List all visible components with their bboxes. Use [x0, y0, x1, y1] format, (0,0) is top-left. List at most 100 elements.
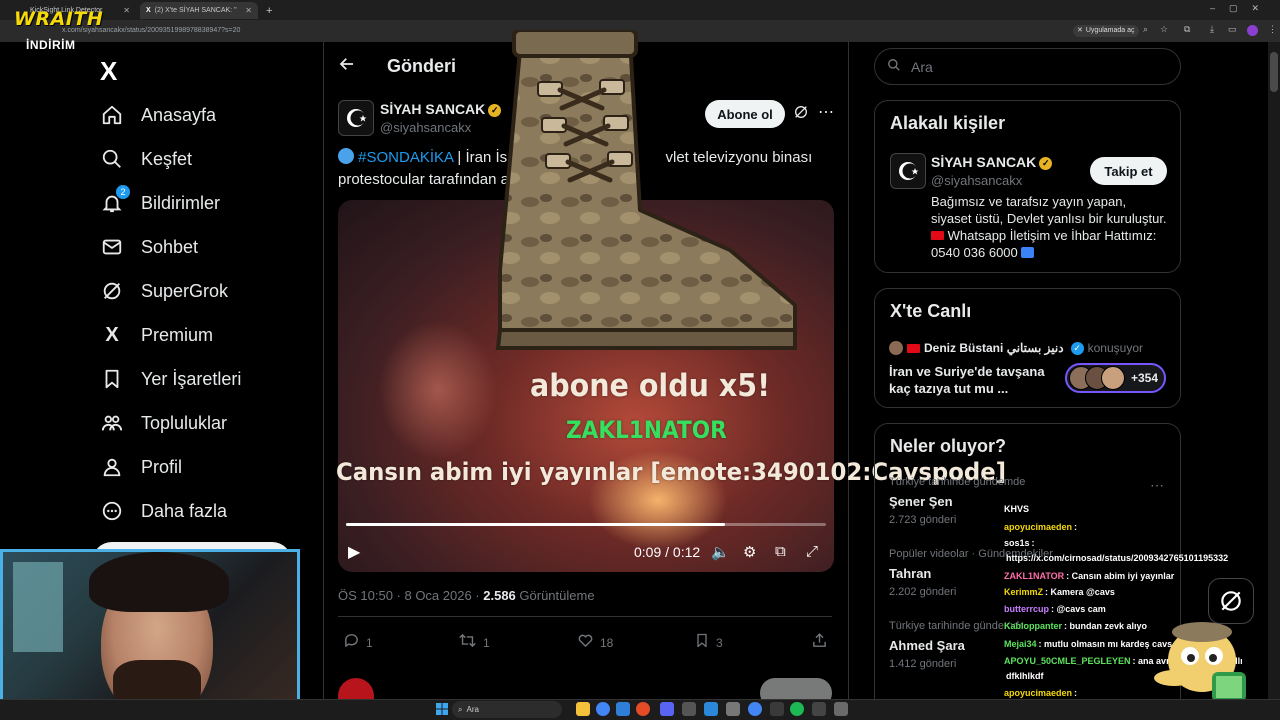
- nav-item-premium[interactable]: X Premium: [100, 320, 213, 350]
- nav-item-notifications[interactable]: 2 Bildirimler: [100, 185, 220, 218]
- app-icon[interactable]: [636, 702, 650, 716]
- live-listeners-pill[interactable]: +354: [1065, 363, 1166, 393]
- back-arrow-icon[interactable]: [338, 55, 356, 79]
- profile-icon: [100, 455, 124, 479]
- nav-item-supergrok[interactable]: SuperGrok: [100, 276, 228, 306]
- app-icon[interactable]: [704, 702, 718, 716]
- nav-item-bookmarks[interactable]: Yer İşaretleri: [100, 364, 241, 394]
- nav-item-more[interactable]: Daha fazla: [100, 496, 227, 526]
- trend-name[interactable]: Şener Şen: [889, 494, 953, 509]
- live-topic[interactable]: İran ve Suriye'de tavşana kaç tazıya tut…: [889, 363, 1059, 397]
- download-icon[interactable]: ⤓: [1210, 24, 1214, 35]
- app-icon[interactable]: [682, 702, 696, 716]
- close-icon[interactable]: ✕: [245, 6, 252, 15]
- chat-text: : @cavs cam: [1051, 604, 1106, 614]
- profile-avatar[interactable]: [1247, 25, 1258, 36]
- settings-icon[interactable]: ⚙: [743, 543, 756, 561]
- app-icon[interactable]: [834, 702, 848, 716]
- zoom-icon[interactable]: ⌕: [1143, 24, 1148, 35]
- more-options-icon[interactable]: ⋯: [818, 102, 834, 122]
- more-options-icon[interactable]: ⋯: [1150, 477, 1164, 494]
- views-count: 2.586: [483, 588, 516, 603]
- x-logo[interactable]: X: [100, 56, 117, 87]
- x-small-icon: ✕: [1077, 27, 1083, 34]
- nav-item-profile[interactable]: Profil: [100, 452, 182, 482]
- chat-username[interactable]: APOYU_50CMLE_PEGLEYEN: [1004, 656, 1131, 666]
- related-avatar[interactable]: [890, 153, 926, 189]
- chat-message: KerimmZ: Kamera @cavs: [1004, 587, 1115, 597]
- chat-username[interactable]: apoyucimaeden: [1004, 522, 1072, 532]
- related-handle[interactable]: @siyahsancakx: [931, 173, 1022, 188]
- author-handle[interactable]: @siyahsancakx: [380, 120, 471, 135]
- video-time: 0:09 / 0:12: [634, 544, 701, 560]
- taskbar-search[interactable]: ⌕ Ara: [452, 701, 562, 718]
- new-tab-button[interactable]: +: [260, 2, 274, 19]
- chrome-icon[interactable]: [748, 702, 762, 716]
- chrome-icon[interactable]: [596, 702, 610, 716]
- play-icon[interactable]: ▶: [348, 542, 360, 562]
- like-button[interactable]: 18: [577, 632, 613, 654]
- sidebar-icon[interactable]: ▭: [1228, 24, 1237, 35]
- nav-item-home[interactable]: Anasayfa: [100, 100, 216, 130]
- chat-username[interactable]: sos1s: [1004, 538, 1030, 548]
- chat-username[interactable]: apoyucimaeden: [1004, 688, 1072, 698]
- extensions-icon[interactable]: ⧉: [1184, 24, 1190, 35]
- close-icon[interactable]: ✕: [123, 6, 130, 15]
- chat-username[interactable]: KHVS: [1004, 504, 1029, 514]
- video-progress-fill: [346, 523, 725, 526]
- browser-tab-active[interactable]: X (2) X'te SİYAH SANCAK: " ✕: [140, 2, 258, 19]
- chat-message: dfklhlkdf: [1004, 671, 1044, 681]
- chat-username[interactable]: KerimmZ: [1004, 587, 1043, 597]
- reply-button[interactable]: 1: [343, 632, 373, 654]
- menu-icon[interactable]: ⋮: [1268, 24, 1277, 35]
- obs-icon[interactable]: [770, 702, 784, 716]
- chat-username[interactable]: Mejai34: [1004, 639, 1037, 649]
- related-name[interactable]: SİYAH SANCAK ✓: [931, 154, 1053, 170]
- related-name-text: SİYAH SANCAK: [931, 154, 1037, 170]
- nav-item-chat[interactable]: Sohbet: [100, 232, 198, 262]
- home-icon: [100, 103, 124, 127]
- bio-text: Bağımsız ve tarafsız yayın yapan, siyase…: [931, 194, 1167, 226]
- share-button[interactable]: [811, 632, 828, 654]
- scrollbar-thumb[interactable]: [1270, 52, 1278, 92]
- discord-icon[interactable]: [660, 702, 674, 716]
- app-icon[interactable]: [812, 702, 826, 716]
- spotify-icon[interactable]: [790, 702, 804, 716]
- boot-alert-graphic: [495, 30, 797, 350]
- nav-label: Daha fazla: [141, 500, 228, 521]
- chat-username[interactable]: ZAKL1NATOR: [1004, 571, 1064, 581]
- search-input[interactable]: Ara: [874, 48, 1181, 85]
- bookmark-button[interactable]: 3: [694, 632, 723, 654]
- chat-username[interactable]: butterrcup: [1004, 604, 1049, 614]
- fullscreen-icon[interactable]: ⤢: [806, 543, 818, 560]
- hashtag-link[interactable]: #SONDAKİKA: [358, 149, 453, 166]
- page-scrollbar[interactable]: [1268, 42, 1280, 700]
- nav-item-explore[interactable]: Keşfet: [100, 144, 192, 174]
- author-avatar[interactable]: [338, 100, 374, 136]
- windows-start-icon[interactable]: [436, 702, 448, 715]
- pip-icon[interactable]: ⧉: [775, 543, 786, 560]
- tweet-timestamp[interactable]: ÖS 10:50 · 8 Oca 2026 ·: [338, 588, 483, 603]
- trend-name[interactable]: Tahran: [889, 566, 931, 581]
- chat-message: Kabloppanter: bundan zevk alıyo: [1004, 621, 1147, 631]
- live-host[interactable]: Deniz Büstani دنيز بستاني ✓ konuşuyor: [889, 341, 1143, 355]
- open-in-app-button[interactable]: ✕ Uygulamada aç: [1073, 25, 1139, 37]
- file-explorer-icon[interactable]: [576, 702, 590, 716]
- repost-button[interactable]: 1: [458, 632, 490, 654]
- reply-icon: [343, 632, 360, 654]
- nav-item-communities[interactable]: Topluluklar: [100, 408, 227, 438]
- window-controls[interactable]: –▢✕: [1210, 3, 1273, 14]
- chat-username[interactable]: Kabloppanter: [1004, 621, 1062, 631]
- chat-message: ZAKL1NATOR: Cansın abim iyi yayınlar: [1004, 571, 1174, 581]
- grok-icon: [100, 279, 124, 303]
- star-icon[interactable]: ☆: [1160, 24, 1168, 35]
- phone-emoji-icon: [1021, 247, 1035, 258]
- app-icon[interactable]: [616, 702, 630, 716]
- search-icon: [100, 147, 124, 171]
- app-icon[interactable]: [726, 702, 740, 716]
- listener-avatar: [1101, 366, 1125, 390]
- trend-name[interactable]: Ahmed Şara: [889, 638, 965, 653]
- volume-icon[interactable]: 🔈: [711, 543, 730, 561]
- like-count: 18: [600, 636, 614, 650]
- follow-button[interactable]: Takip et: [1090, 157, 1167, 185]
